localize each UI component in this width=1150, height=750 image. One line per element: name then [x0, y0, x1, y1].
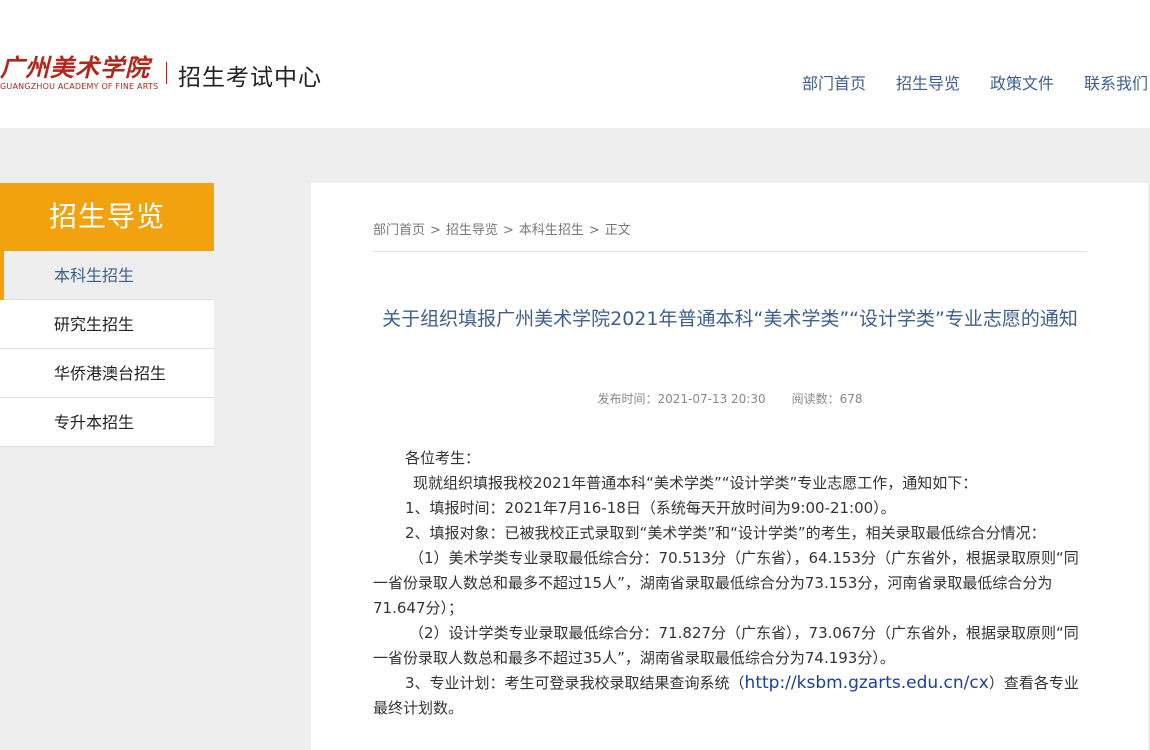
- article-body: 各位考生： 现就组织填报我校2021年普通本科“美术学类”“设计学类”专业志愿工…: [373, 446, 1087, 721]
- paragraph-item-3: 3、专业计划：考生可登录我校录取结果查询系统（http://ksbm.gzart…: [373, 671, 1087, 721]
- view-count: 阅读数：678: [791, 392, 863, 406]
- paragraph-item-2-2: （2）设计学类专业录取最低综合分：71.827分（广东省），73.067分（广东…: [373, 624, 1079, 667]
- sidebar: 招生导览 本科生招生 研究生招生 华侨港澳台招生 专升本招生: [0, 183, 214, 447]
- breadcrumb-current: 正文: [604, 223, 631, 238]
- article-meta: 发布时间：2021-07-13 20:30 阅读数：678: [373, 390, 1087, 407]
- sidebar-item-overseas[interactable]: 华侨港澳台招生: [0, 349, 214, 398]
- paragraph-item-1: 1、填报时间：2021年7月16-18日（系统每天开放时间为9:00-21:00…: [405, 499, 896, 517]
- article-title: 关于组织填报广州美术学院2021年普通本科“美术学类”“设计学类”专业志愿的通知: [382, 308, 1078, 330]
- sidebar-item-undergraduate[interactable]: 本科生招生: [0, 251, 214, 300]
- nav-home[interactable]: 部门首页: [802, 70, 866, 94]
- academy-logo[interactable]: 广州美术学院 GUANGZHOU ACADEMY OF FINE ARTS: [0, 48, 160, 94]
- sidebar-item-graduate[interactable]: 研究生招生: [0, 300, 214, 349]
- breadcrumb-separator: >: [502, 223, 514, 238]
- query-system-link[interactable]: http://ksbm.gzarts.edu.cn/cx: [745, 673, 989, 693]
- breadcrumb-home[interactable]: 部门首页: [373, 223, 425, 238]
- breadcrumb-divider: [373, 251, 1087, 252]
- logo-english-name: GUANGZHOU ACADEMY OF FINE ARTS: [0, 82, 159, 91]
- paragraph-item-3-pre: 3、专业计划：考生可登录我校录取结果查询系统（: [405, 674, 745, 692]
- site-header: 广州美术学院 GUANGZHOU ACADEMY OF FINE ARTS 招生…: [0, 0, 1150, 128]
- main-nav: 部门首页 招生导览 政策文件 联系我们: [772, 70, 1148, 94]
- nav-admissions-guide[interactable]: 招生导览: [896, 70, 960, 94]
- sidebar-title: 招生导览: [0, 183, 214, 251]
- paragraph-greeting: 各位考生：: [405, 449, 481, 467]
- publish-time: 发布时间：2021-07-13 20:30: [597, 392, 766, 406]
- paragraph-item-2: 2、填报对象：已被我校正式录取到“美术学类”和“设计学类”的考生，相关录取最低综…: [405, 524, 1046, 542]
- breadcrumb-undergraduate[interactable]: 本科生招生: [519, 223, 584, 238]
- nav-policies[interactable]: 政策文件: [990, 70, 1054, 94]
- paragraph-intro: 现就组织填报我校2021年普通本科“美术学类”“设计学类”专业志愿工作，通知如下…: [413, 474, 978, 492]
- breadcrumb-guide[interactable]: 招生导览: [446, 223, 498, 238]
- sidebar-item-upgrade[interactable]: 专升本招生: [0, 398, 214, 447]
- logo-divider: [166, 62, 167, 84]
- breadcrumb-separator: >: [430, 223, 441, 238]
- breadcrumb: 部门首页 > 招生导览 > 本科生招生 > 正文: [373, 219, 631, 238]
- site-title: 招生考试中心: [178, 65, 322, 91]
- logo-chinese-name: 广州美术学院: [0, 53, 150, 82]
- breadcrumb-separator: >: [588, 223, 600, 238]
- paragraph-item-2-1: （1）美术学类专业录取最低综合分：70.513分（广东省），64.153分（广东…: [373, 549, 1079, 617]
- article-panel: 部门首页 > 招生导览 > 本科生招生 > 正文 关于组织填报广州美术学院2021年普通本科…: [311, 183, 1148, 750]
- nav-contact[interactable]: 联系我们: [1084, 70, 1148, 94]
